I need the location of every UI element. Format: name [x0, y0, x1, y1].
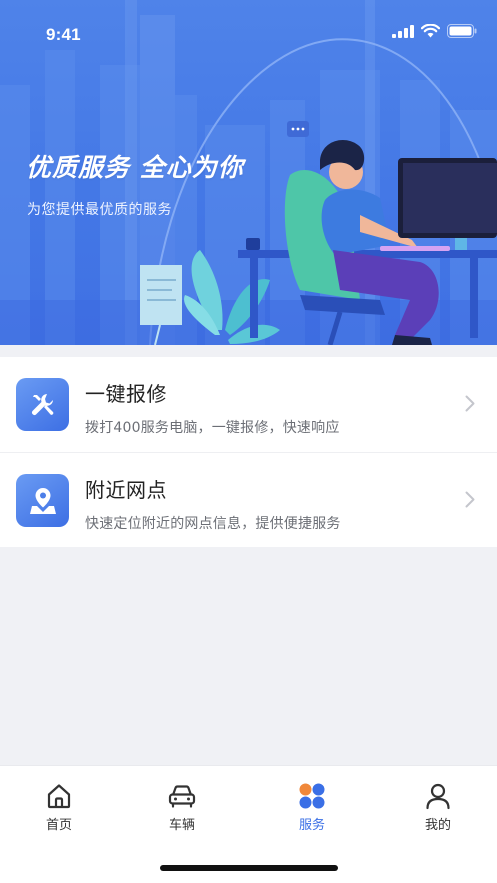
hero-banner: 9:41 优质服务 全心为你 为您提供最优质的服务 [0, 0, 497, 345]
tab-label: 首页 [45, 818, 72, 833]
tab-label: 我的 [424, 818, 451, 833]
profile-icon [423, 782, 453, 810]
wifi-icon [421, 24, 440, 38]
status-time: 9:41 [46, 25, 81, 44]
home-icon [44, 782, 74, 810]
service-description: 快速定位附近的网点信息，提供便捷服务 [85, 516, 341, 532]
tab-home[interactable]: 首页 [19, 782, 99, 833]
service-title: 一键报修 [85, 382, 167, 406]
chevron-right-icon [465, 395, 475, 412]
home-indicator[interactable] [160, 865, 338, 871]
status-bar: 9:41 [0, 0, 497, 70]
tab-label: 车辆 [168, 818, 195, 833]
chevron-right-icon [465, 491, 475, 508]
cellular-signal-icon [392, 24, 414, 38]
tab-vehicle[interactable]: 车辆 [142, 782, 222, 833]
banner-title: 优质服务 全心为你 [26, 153, 244, 182]
car-icon [167, 782, 197, 810]
service-item-nearby[interactable]: 附近网点 快速定位附近的网点信息，提供便捷服务 [0, 452, 497, 547]
tab-label: 服务 [298, 818, 325, 833]
service-description: 拨打400服务电脑，一键报修，快速响应 [85, 420, 340, 436]
repair-tools-icon [16, 378, 69, 431]
service-title: 附近网点 [85, 478, 167, 502]
banner-subtitle: 为您提供最优质的服务 [27, 202, 172, 218]
tab-profile[interactable]: 我的 [398, 782, 478, 833]
tab-services[interactable]: 服务 [272, 782, 352, 833]
status-icons [392, 24, 477, 38]
battery-icon [447, 24, 477, 38]
location-pin-icon [16, 474, 69, 527]
service-list: 一键报修 拨打400服务电脑，一键报修，快速响应 附近网点 快速定位附近的网点信… [0, 357, 497, 547]
services-grid-icon [297, 782, 327, 810]
service-item-repair[interactable]: 一键报修 拨打400服务电脑，一键报修，快速响应 [0, 357, 497, 452]
